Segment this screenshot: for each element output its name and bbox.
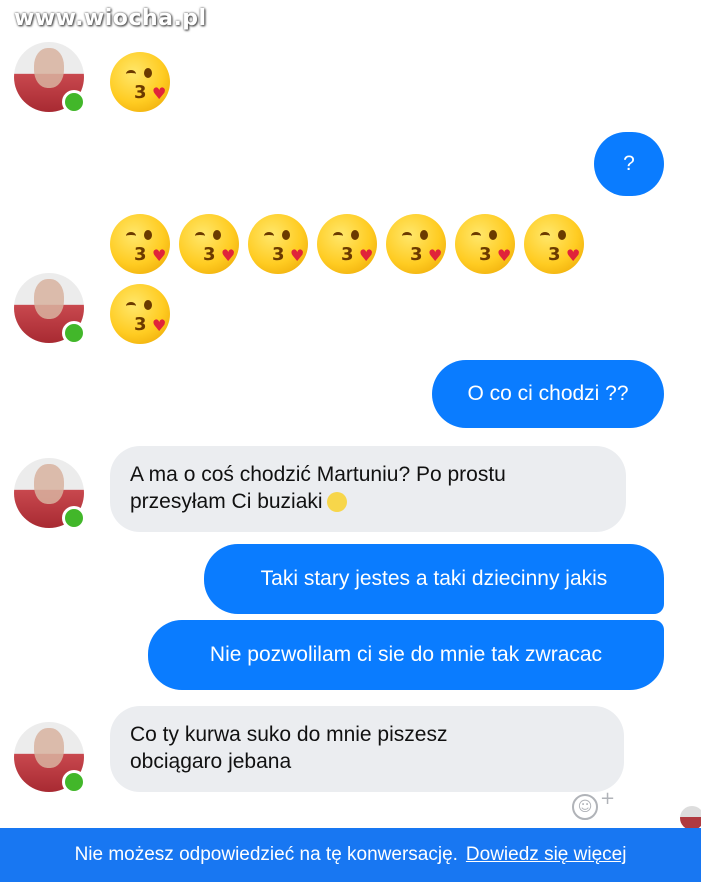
outgoing-message[interactable]: Taki stary jestes a taki dziecinny jakis	[204, 544, 664, 614]
incoming-message[interactable]: Co ty kurwa suko do mnie piszesz obciąga…	[110, 706, 624, 792]
kiss-emoji: 3 ♥	[386, 214, 446, 274]
learn-more-link[interactable]: Dowiedz się więcej	[466, 844, 627, 866]
online-indicator	[62, 770, 86, 794]
cannot-reply-notice: Nie możesz odpowiedzieć na tę konwersacj…	[74, 844, 458, 865]
kiss-emoji: 3 ♥	[248, 214, 308, 274]
seen-avatar	[680, 806, 701, 830]
online-indicator	[62, 90, 86, 114]
contact-avatar[interactable]	[14, 273, 86, 345]
kiss-emoji: 3 ♥	[524, 214, 584, 274]
watermark: www.wiocha.pl	[14, 6, 207, 31]
kiss-emoji: 3 ♥	[110, 214, 170, 274]
online-indicator	[62, 506, 86, 530]
outgoing-message[interactable]: Nie pozwolilam ci sie do mnie tak zwraca…	[148, 620, 664, 690]
kiss-emoji: 3 ♥	[179, 214, 239, 274]
kiss-emoji: 3 ♥	[317, 214, 377, 274]
add-reaction-icon[interactable]: ☺	[572, 794, 598, 820]
kiss-emoji: 3 ♥	[110, 284, 170, 344]
kiss-emoji: 3 ♥	[110, 52, 170, 112]
outgoing-message[interactable]: O co ci chodzi ??	[432, 360, 664, 428]
smile-emoji	[326, 492, 347, 513]
outgoing-message[interactable]: ?	[594, 132, 664, 196]
contact-avatar[interactable]	[14, 722, 86, 794]
plus-icon: +	[600, 788, 616, 809]
cannot-reply-banner: Nie możesz odpowiedzieć na tę konwersacj…	[0, 828, 701, 882]
incoming-message[interactable]: A ma o coś chodzić Martuniu? Po prostu p…	[110, 446, 626, 532]
online-indicator	[62, 321, 86, 345]
contact-avatar[interactable]	[14, 458, 86, 530]
contact-avatar[interactable]	[14, 42, 86, 114]
kiss-emoji: 3 ♥	[455, 214, 515, 274]
